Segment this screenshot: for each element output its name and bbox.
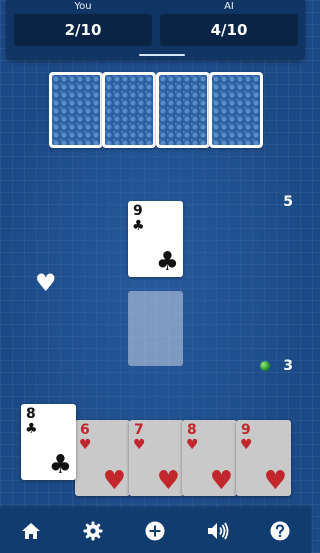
add-circle-icon (145, 521, 165, 540)
card-rank: 6 (80, 422, 90, 438)
heart-icon: ♥ (240, 437, 253, 453)
sound-icon (207, 522, 229, 539)
club-icon: ♣ (25, 421, 38, 437)
opponent-card-count: 5 (283, 194, 293, 210)
home-icon (22, 522, 41, 539)
opponent-card-back (209, 72, 263, 148)
heart-icon: ♥ (263, 466, 287, 496)
opponent-card-back (102, 72, 156, 148)
help-icon (270, 521, 290, 540)
ai-score: 4/10 (160, 14, 298, 46)
new-game-button[interactable] (142, 518, 168, 544)
heart-icon: ♥ (102, 466, 126, 496)
settings-gear-icon (83, 521, 103, 540)
player-name-label: You (74, 1, 92, 12)
player-score-box: You 2/10 (14, 0, 152, 46)
heart-icon: ♥ (209, 466, 233, 496)
club-icon: ♣ (48, 450, 72, 480)
heart-icon: ♥ (156, 466, 180, 496)
card-rank: 8 (187, 422, 197, 438)
ai-score-box: AI 4/10 (160, 0, 298, 46)
club-icon: ♣ (155, 247, 179, 277)
panel-handle (139, 54, 185, 56)
card-rank: 7 (134, 422, 144, 438)
played-card-rank: 9 (133, 203, 143, 219)
heart-icon: ♥ (35, 269, 57, 297)
played-card: 9 ♣ ♣ (128, 201, 183, 277)
settings-button[interactable] (80, 518, 106, 544)
opponent-card-back (49, 72, 103, 148)
card-rank: 8 (26, 406, 36, 422)
player-card[interactable]: 9 ♥ ♥ (236, 420, 291, 496)
ai-name-label: AI (224, 1, 234, 12)
bottom-toolbar (0, 508, 311, 553)
player-card[interactable]: 8 ♣ ♣ (21, 404, 76, 480)
opponent-card-back (156, 72, 210, 148)
home-button[interactable] (18, 518, 44, 544)
heart-icon: ♥ (133, 437, 146, 453)
opponent-hand (49, 72, 263, 148)
score-panel: You 2/10 AI 4/10 (6, 0, 305, 60)
card-rank: 9 (241, 422, 251, 438)
green-gem-icon (260, 361, 270, 371)
heart-icon: ♥ (79, 437, 92, 453)
player-card-count: 3 (283, 358, 293, 374)
sound-button[interactable] (205, 518, 231, 544)
play-drop-zone[interactable] (128, 291, 183, 366)
player-score: 2/10 (14, 14, 152, 46)
player-card[interactable]: 8 ♥ ♥ (182, 420, 237, 496)
player-card[interactable]: 6 ♥ ♥ (75, 420, 130, 496)
heart-icon: ♥ (186, 437, 199, 453)
player-card[interactable]: 7 ♥ ♥ (129, 420, 184, 496)
club-icon: ♣ (132, 218, 145, 234)
help-button[interactable] (267, 518, 293, 544)
